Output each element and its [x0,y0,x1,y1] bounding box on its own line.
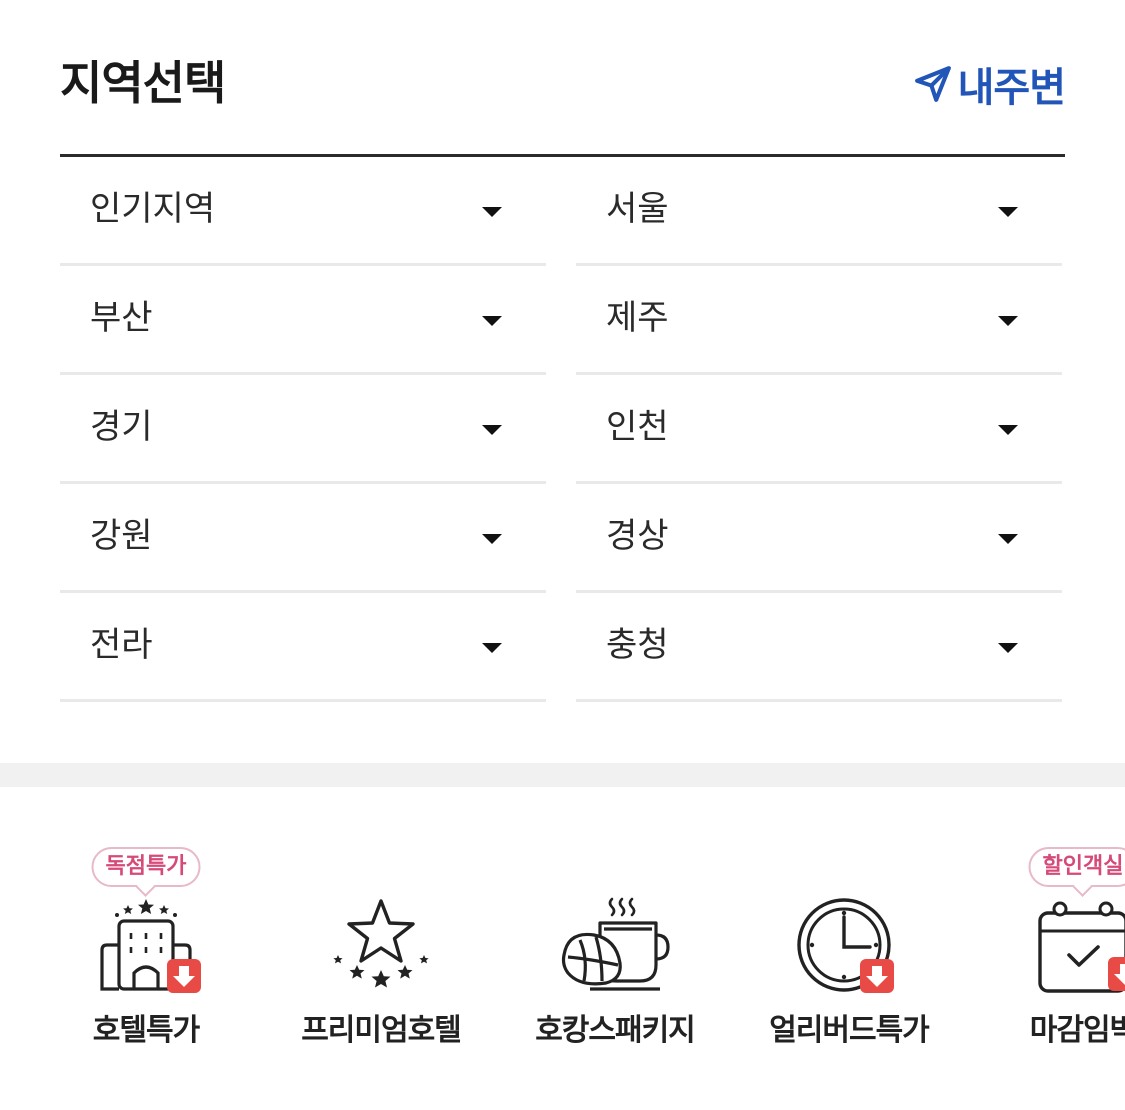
region-header: 지역선택 내주변 [60,52,1066,112]
caret-down-icon [482,316,502,326]
region-dropdown[interactable]: 경기 [60,375,546,484]
page-title: 지역선택 [60,56,226,110]
shortcut-early-bird[interactable]: 얼리버드특가 [749,787,949,1110]
caret-down-icon [998,643,1018,653]
navigation-arrow-icon [914,66,951,102]
region-label: 제주 [606,298,669,338]
shortcut-label: 호텔특가 [92,1013,200,1048]
region-label: 서울 [606,189,669,229]
section-divider [0,763,1125,787]
nearby-label: 내주변 [957,65,1066,111]
region-dropdown[interactable]: 제주 [576,266,1062,375]
caret-down-icon [482,643,502,653]
shortcut-last-minute[interactable]: 할인객실 마감임박 [983,787,1125,1110]
region-dropdown[interactable]: 인천 [576,375,1062,484]
region-dropdown[interactable]: 서울 [576,157,1062,266]
hotel-building-icon [100,899,201,993]
shortcut-label: 마감임박 [1029,1013,1125,1048]
region-row: 경기 인천 [60,375,1062,484]
region-label: 경기 [90,407,153,447]
region-label: 인기지역 [90,189,216,229]
region-dropdown[interactable]: 인기지역 [60,157,546,266]
region-label: 충청 [606,625,669,665]
croissant-coffee-icon [561,897,670,991]
caret-down-icon [998,207,1018,217]
shortcut-label: 얼리버드특가 [769,1013,930,1048]
caret-down-icon [482,207,502,217]
region-label: 전라 [90,625,153,665]
region-row: 전라 충청 [60,593,1062,702]
shortcut-premium-hotel[interactable]: 프리미엄호텔 [281,787,481,1110]
shortcut-label: 프리미엄호텔 [301,1013,462,1048]
caret-down-icon [998,425,1018,435]
region-label: 경상 [606,516,669,556]
region-dropdown[interactable]: 부산 [60,266,546,375]
shortcut-label: 호캉스패키지 [535,1013,696,1048]
region-label: 부산 [90,298,153,338]
region-dropdown[interactable]: 충청 [576,593,1062,702]
star-icon [333,899,429,988]
clock-icon [797,898,894,993]
nearby-button[interactable]: 내주변 [914,56,1066,112]
caret-down-icon [482,425,502,435]
region-row: 부산 제주 [60,266,1062,375]
region-dropdown[interactable]: 강원 [60,484,546,593]
region-dropdown[interactable]: 전라 [60,593,546,702]
caret-down-icon [482,534,502,544]
region-label: 인천 [606,407,669,447]
shortcut-bar: 독점특가 호텔특가 프리미엄호텔 호캉스패키지 얼리버드특가 할인객실 마감임박 [0,787,1125,1110]
region-row: 인기지역 서울 [60,157,1062,266]
caret-down-icon [998,316,1018,326]
caret-down-icon [998,534,1018,544]
region-label: 강원 [90,516,153,556]
region-dropdown[interactable]: 경상 [576,484,1062,593]
shortcut-hotel-deal[interactable]: 독점특가 호텔특가 [46,787,246,1110]
promo-badge: 독점특가 [91,847,201,887]
region-row: 강원 경상 [60,484,1062,593]
calendar-check-icon [1038,901,1125,993]
region-grid: 인기지역 서울 부산 제주 경기 인천 강원 경상 전라 충청 [60,157,1062,702]
promo-badge: 할인객실 [1028,847,1125,887]
shortcut-hocance-package[interactable]: 호캉스패키지 [515,787,715,1110]
